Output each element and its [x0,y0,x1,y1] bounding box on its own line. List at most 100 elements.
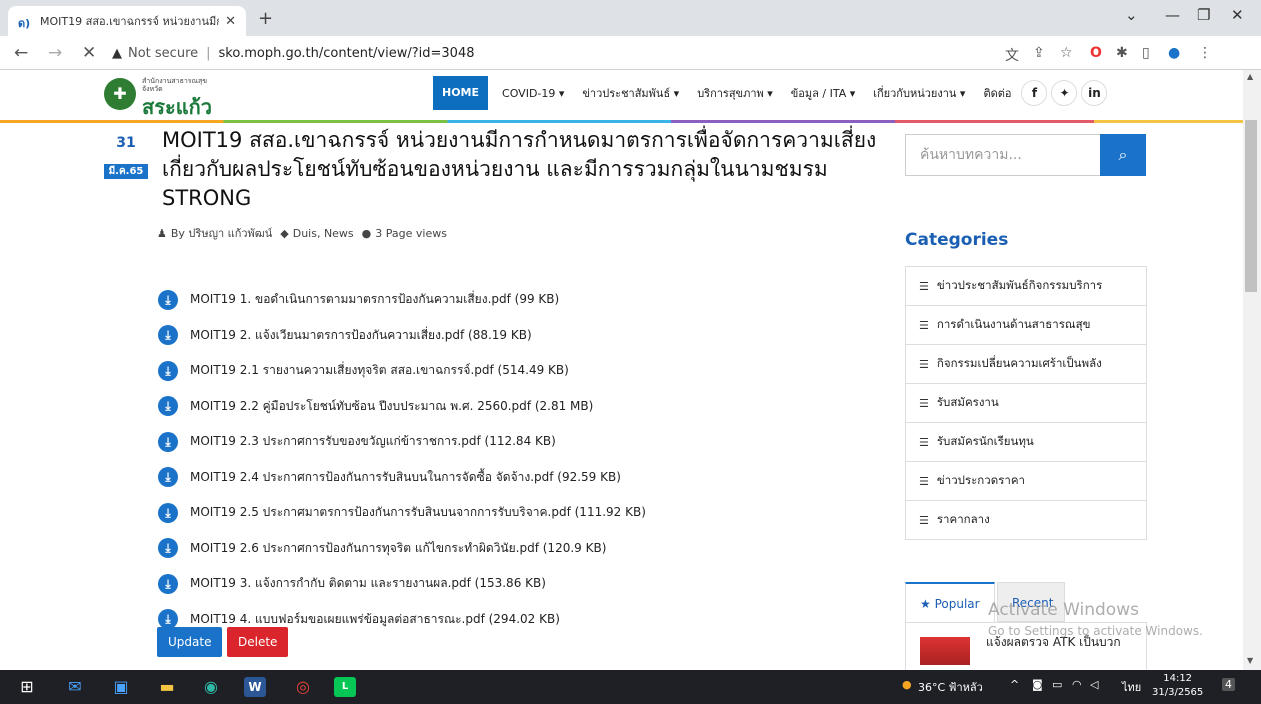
post-thumbnail[interactable] [920,637,970,665]
file-link[interactable]: MOIT19 2.2 คู่มือประโยชน์ทับซ้อน ปีงบประ… [190,397,593,416]
nav-health-services[interactable]: บริการสุขภาพ ▾ [697,84,773,102]
linkedin-icon[interactable]: in [1081,80,1108,106]
download-icon[interactable]: ⤓ [158,538,178,559]
omnibox[interactable]: ▲ Not secure | sko.moph.go.th/content/vi… [112,40,992,66]
list-item[interactable]: ⤓ MOIT19 1. ขอดำเนินการตามมาตรการป้องกันค… [158,282,858,318]
update-button[interactable]: Update [157,627,223,657]
back-button[interactable]: ← [14,43,28,63]
file-link[interactable]: MOIT19 2.3 ประกาศการรับของขวัญแก่ข้าราชก… [190,432,556,451]
close-tab-icon[interactable]: ✕ [225,14,236,29]
tab-popular[interactable]: ★ Popular [905,582,995,622]
file-link[interactable]: MOIT19 2.1 รายงานความเสี่ยงทุจริต สสอ.เข… [190,361,569,380]
tray-app-icon[interactable]: ◙ [1032,678,1043,691]
download-icon[interactable]: ⤓ [158,573,178,594]
nav-covid[interactable]: COVID-19 ▾ [502,87,564,100]
nav-news[interactable]: ข่าวประชาสัมพันธ์ ▾ [582,84,679,102]
download-icon[interactable]: ⤓ [158,360,178,381]
windows-taskbar: ⊞ ✉ ▣ ▬ ◉ W ◎ L ● 36°C ฟ้าหลัว ^ ◙ ▭ ◠ ◁… [0,670,1261,704]
side-panel-icon[interactable]: ▯ [1142,45,1150,61]
category-item[interactable]: ☰ รับสมัครนักเรียนทุน [906,423,1146,462]
nav-home[interactable]: HOME [433,76,489,110]
line-app-icon[interactable]: L [334,677,356,697]
search-input[interactable]: ค้นหาบทความ... [905,134,1101,176]
category-label: กิจกรรมเปลี่ยนความเศร้าเป็นพลัง [936,356,1102,370]
word-icon[interactable]: W [244,677,266,697]
chrome-icon[interactable]: ◎ [292,677,314,697]
list-item[interactable]: ⤓ MOIT19 2.2 คู่มือประโยชน์ทับซ้อน ปีงบปร… [158,389,858,425]
browser-tab[interactable]: ด) MOIT19 สสอ.เขาฉกรรจ์ หน่วยงานมีก ✕ [8,6,246,36]
wifi-icon[interactable]: ◠ [1072,678,1082,691]
list-item[interactable]: ⤓ MOIT19 3. แจ้งการกำกับ ติดตาม และรายงาน… [158,566,858,602]
system-clock[interactable]: 14:12 31/3/2565 [1152,672,1203,700]
extensions-puzzle-icon[interactable]: ✱ [1116,45,1128,61]
scroll-down-icon[interactable]: ▼ [1247,656,1253,665]
stop-loading-button[interactable]: ✕ [82,43,96,63]
minimize-button[interactable]: — [1165,6,1180,24]
file-link[interactable]: MOIT19 4. แบบฟอร์มขอเผยแพร่ข้อมูลต่อสาธา… [190,610,560,629]
download-icon[interactable]: ⤓ [158,431,178,452]
tags[interactable]: Duis, News [293,227,354,240]
site-header: ✚ สำนักงานสาธารณสุข จังหวัด สระแก้ว HOME… [0,70,1243,122]
profile-avatar-icon[interactable]: ● [1168,45,1180,61]
download-icon[interactable]: ⤓ [158,502,178,523]
list-item[interactable]: ⤓ MOIT19 2.3 ประกาศการรับของขวัญแก่ข้าราช… [158,424,858,460]
delete-button[interactable]: Delete [227,627,289,657]
list-item[interactable]: ⤓ MOIT19 2. แจ้งเวียนมาตรการป้องกันความเส… [158,318,858,354]
file-explorer-icon[interactable]: ▬ [156,677,178,697]
category-item[interactable]: ☰ รับสมัครงาน [906,384,1146,423]
tray-chevron-icon[interactable]: ^ [1010,678,1019,691]
windows-start-icon[interactable]: ⊞ [16,677,38,697]
file-link[interactable]: MOIT19 2.4 ประกาศการป้องกันการรับสินบนใน… [190,468,621,487]
share-icon[interactable]: ⇪ [1033,45,1045,61]
list-item[interactable]: ⤓ MOIT19 2.5 ประกาศมาตรการป้องกันการรับสิ… [158,495,858,531]
weather-icon[interactable]: ● [902,678,912,691]
language-indicator[interactable]: ไทย [1122,678,1141,696]
list-item[interactable]: ⤓ MOIT19 2.4 ประกาศการป้องกันการรับสินบนใ… [158,460,858,496]
header-color-strip [0,120,1243,123]
file-link[interactable]: MOIT19 3. แจ้งการกำกับ ติดตาม และรายงานผ… [190,574,546,593]
list-item[interactable]: ⤓ MOIT19 2.1 รายงานความเสี่ยงทุจริต สสอ.เ… [158,353,858,389]
weather-text[interactable]: 36°C ฟ้าหลัว [918,678,983,696]
category-item[interactable]: ☰ ข่าวประชาสัมพันธ์กิจกรรมบริการ [906,267,1146,306]
file-link[interactable]: MOIT19 2. แจ้งเวียนมาตรการป้องกันความเสี… [190,326,532,345]
list-item[interactable]: ⤓ MOIT19 2.6 ประกาศการป้องกันการทุจริต แก… [158,531,858,567]
store-icon[interactable]: ▣ [110,677,132,697]
battery-icon[interactable]: ▭ [1052,678,1062,691]
notification-center-icon[interactable]: 4 [1222,678,1235,691]
nav-about[interactable]: เกี่ยวกับหน่วยงาน ▾ [873,84,965,102]
download-icon[interactable]: ⤓ [158,396,178,417]
scroll-up-icon[interactable]: ▲ [1247,72,1253,81]
new-tab-button[interactable]: + [258,8,273,29]
category-item[interactable]: ☰ ข่าวประกวดราคา [906,462,1146,501]
nav-data-ita[interactable]: ข้อมูล / ITA ▾ [791,84,855,102]
address-bar-row: ← → ✕ ▲ Not secure | sko.moph.go.th/cont… [0,36,1261,70]
category-item[interactable]: ☰ กิจกรรมเปลี่ยนความเศร้าเป็นพลัง [906,345,1146,384]
download-icon[interactable]: ⤓ [158,289,178,310]
file-link[interactable]: MOIT19 2.6 ประกาศการป้องกันการทุจริต แก้… [190,539,606,558]
facebook-icon[interactable]: f [1021,80,1048,106]
forward-button[interactable]: → [48,43,62,63]
user-icon: ♟ [157,226,167,240]
edge-icon[interactable]: ◉ [200,677,222,697]
download-icon[interactable]: ⤓ [158,467,178,488]
nav-contact[interactable]: ติดต่อ [983,84,1011,102]
close-window-button[interactable]: ✕ [1231,6,1244,24]
mail-icon[interactable]: ✉ [64,677,86,697]
bookmark-star-icon[interactable]: ☆ [1060,45,1073,61]
moph-logo-icon[interactable]: ✚ [104,78,136,110]
scrollbar-thumb[interactable] [1245,120,1257,292]
tab-search-icon[interactable]: ⌄ [1125,6,1138,24]
opera-extension-icon[interactable]: O [1090,45,1102,61]
download-icon[interactable]: ⤓ [158,325,178,346]
file-link[interactable]: MOIT19 2.5 ประกาศมาตรการป้องกันการรับสิน… [190,503,646,522]
logo-text[interactable]: สระแก้ว [142,91,212,123]
category-item[interactable]: ☰ การดำเนินงานด้านสาธารณสุข [906,306,1146,345]
category-item[interactable]: ☰ ราคากลาง [906,501,1146,539]
file-link[interactable]: MOIT19 1. ขอดำเนินการตามมาตรการป้องกันคว… [190,290,559,309]
search-button[interactable]: ⌕ [1100,134,1146,176]
restore-button[interactable]: ❐ [1197,6,1210,24]
volume-icon[interactable]: ◁ [1090,678,1098,691]
twitter-icon[interactable]: ✦ [1051,80,1078,106]
browser-menu-icon[interactable]: ⋮ [1198,45,1212,61]
translate-icon[interactable]: 文 [1005,45,1019,65]
